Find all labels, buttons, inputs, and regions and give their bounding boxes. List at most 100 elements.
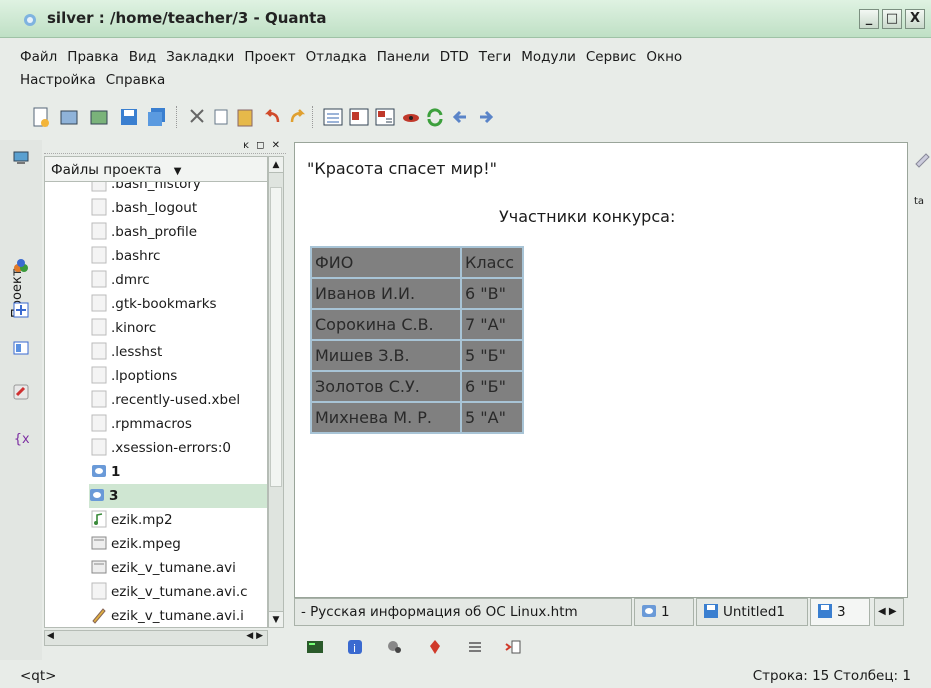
variables-icon[interactable]: {x} <box>13 430 29 446</box>
svg-text:{x}: {x} <box>14 432 29 446</box>
templates-icon[interactable] <box>13 340 29 356</box>
info-icon[interactable]: i <box>346 638 364 656</box>
computer-icon[interactable] <box>13 150 29 166</box>
reload-icon[interactable] <box>424 106 446 128</box>
horizontal-scrollbar[interactable]: ◀ ◀ ▶ <box>44 630 268 646</box>
structure-icon[interactable] <box>13 302 29 318</box>
menu-settings[interactable]: Настройка <box>20 72 96 88</box>
file-icon <box>91 390 107 408</box>
list-item[interactable]: .bash_history <box>91 182 267 196</box>
menu-window[interactable]: Окно <box>646 49 682 65</box>
file-name: .kinorc <box>111 320 157 336</box>
annotations-icon[interactable] <box>504 638 522 656</box>
forward-icon[interactable] <box>474 106 496 128</box>
pen-file-icon <box>92 608 106 624</box>
list-item[interactable]: 1 <box>91 460 267 484</box>
menu-file[interactable]: Файл <box>20 49 57 65</box>
list-item[interactable]: ezik.mp2 <box>91 508 267 532</box>
preview-icon[interactable] <box>400 106 422 128</box>
table-cell: Иванов И.И. <box>312 279 460 308</box>
list-item[interactable]: .bashrc <box>91 244 267 268</box>
list-item[interactable]: ezik_v_tumane.avi.c <box>91 580 267 604</box>
tag-attributes-tab[interactable]: ta <box>914 196 924 207</box>
menu-view[interactable]: Вид <box>129 49 156 65</box>
panel-controls[interactable]: ĸ ◻ ✕ <box>243 140 282 151</box>
scroll-thumb[interactable] <box>270 187 282 487</box>
list-item[interactable]: ezik_v_tumane.avi.i <box>91 604 267 627</box>
copy-icon[interactable] <box>210 106 232 128</box>
window-title: silver : /home/teacher/3 - Quanta <box>47 9 327 27</box>
minimize-button[interactable]: _ <box>859 9 879 29</box>
scroll-right-button[interactable]: ◀ ▶ <box>246 631 263 641</box>
vertical-scrollbar[interactable]: ▲ ▼ <box>268 156 284 628</box>
tab-scroll-arrows[interactable]: ◀ ▶ <box>874 598 904 626</box>
tab-1[interactable]: 1 <box>634 598 694 626</box>
menu-tags[interactable]: Теги <box>479 49 511 65</box>
scroll-left-button[interactable]: ◀ <box>47 631 54 641</box>
menu-help[interactable]: Справка <box>106 72 165 88</box>
table-row: Михнева М. Р. 5 "А" <box>312 403 522 432</box>
paste-icon[interactable] <box>234 106 256 128</box>
tab-russian-info[interactable]: - Русская информация об ОС Linux.htm <box>294 598 632 626</box>
list-item[interactable]: .lesshst <box>91 340 267 364</box>
list-item[interactable]: .bash_profile <box>91 220 267 244</box>
panel-header: ĸ ◻ ✕ <box>44 140 286 154</box>
file-list[interactable]: .bash_history .bash_logout .bash_profile .b… <box>44 182 268 628</box>
menu-plugins[interactable]: Модули <box>521 49 576 65</box>
problems-icon[interactable] <box>386 638 404 656</box>
list-item[interactable]: 3 <box>89 484 267 508</box>
list-item[interactable]: .dmrc <box>91 268 267 292</box>
document-quote: "Красота спасет мир!" <box>307 159 497 178</box>
tab-untitled1[interactable]: Untitled1 <box>696 598 808 626</box>
file-icon <box>91 246 107 264</box>
close-button[interactable]: X <box>905 9 925 29</box>
save-icon[interactable] <box>118 106 140 128</box>
list-item[interactable]: ezik_v_tumane.avi <box>91 556 267 580</box>
list-item[interactable]: .xsession-errors:0 <box>91 436 267 460</box>
menu-tools[interactable]: Сервис <box>586 49 636 65</box>
source-view-icon[interactable] <box>322 106 344 128</box>
file-name: .bash_profile <box>111 224 198 240</box>
scripts-icon[interactable] <box>13 384 29 400</box>
scroll-down-button[interactable]: ▼ <box>269 611 283 627</box>
terminal-icon[interactable] <box>306 638 324 656</box>
save-all-icon[interactable] <box>146 106 168 128</box>
combo-label: Файлы проекта <box>51 162 162 178</box>
list-item[interactable]: .kinorc <box>91 316 267 340</box>
file-name: .lpoptions <box>111 368 178 384</box>
menu-panels[interactable]: Панели <box>377 49 430 65</box>
list-icon[interactable] <box>466 638 484 656</box>
new-file-icon[interactable] <box>30 106 52 128</box>
undo-icon[interactable] <box>262 106 284 128</box>
document-preview[interactable]: "Красота спасет мир!" Участники конкурса… <box>294 142 908 598</box>
redo-icon[interactable] <box>286 106 308 128</box>
maximize-button[interactable]: □ <box>882 9 902 29</box>
list-item[interactable]: ezik.mpeg <box>91 532 267 556</box>
table-cell: Михнева М. Р. <box>312 403 460 432</box>
scroll-up-button[interactable]: ▲ <box>269 157 283 173</box>
file-icon <box>91 198 107 216</box>
menu-edit[interactable]: Правка <box>67 49 118 65</box>
menu-bookmarks[interactable]: Закладки <box>166 49 234 65</box>
menu-dtd[interactable]: DTD <box>440 49 469 65</box>
back-icon[interactable] <box>450 106 472 128</box>
cursor-position: Строка: 15 Столбец: 1 <box>752 668 911 684</box>
project-files-combo[interactable]: Файлы проекта ▼ <box>44 156 268 182</box>
open-recent-icon[interactable] <box>88 106 110 128</box>
cut-icon[interactable] <box>186 106 208 128</box>
list-item[interactable]: .lpoptions <box>91 364 267 388</box>
list-item[interactable]: .rpmmacros <box>91 412 267 436</box>
project-icon[interactable] <box>13 258 29 274</box>
menu-debug[interactable]: Отладка <box>306 49 367 65</box>
tab-3[interactable]: 3 <box>810 598 870 626</box>
list-item[interactable]: .bash_logout <box>91 196 267 220</box>
document-icon[interactable] <box>914 152 930 168</box>
quanta-app-icon <box>24 14 36 26</box>
vpl-view-icon[interactable] <box>348 106 370 128</box>
split-view-icon[interactable] <box>374 106 396 128</box>
debug-icon[interactable] <box>426 638 444 656</box>
open-file-icon[interactable] <box>58 106 80 128</box>
menu-project[interactable]: Проект <box>244 49 295 65</box>
list-item[interactable]: .gtk-bookmarks <box>91 292 267 316</box>
list-item[interactable]: .recently-used.xbel <box>91 388 267 412</box>
